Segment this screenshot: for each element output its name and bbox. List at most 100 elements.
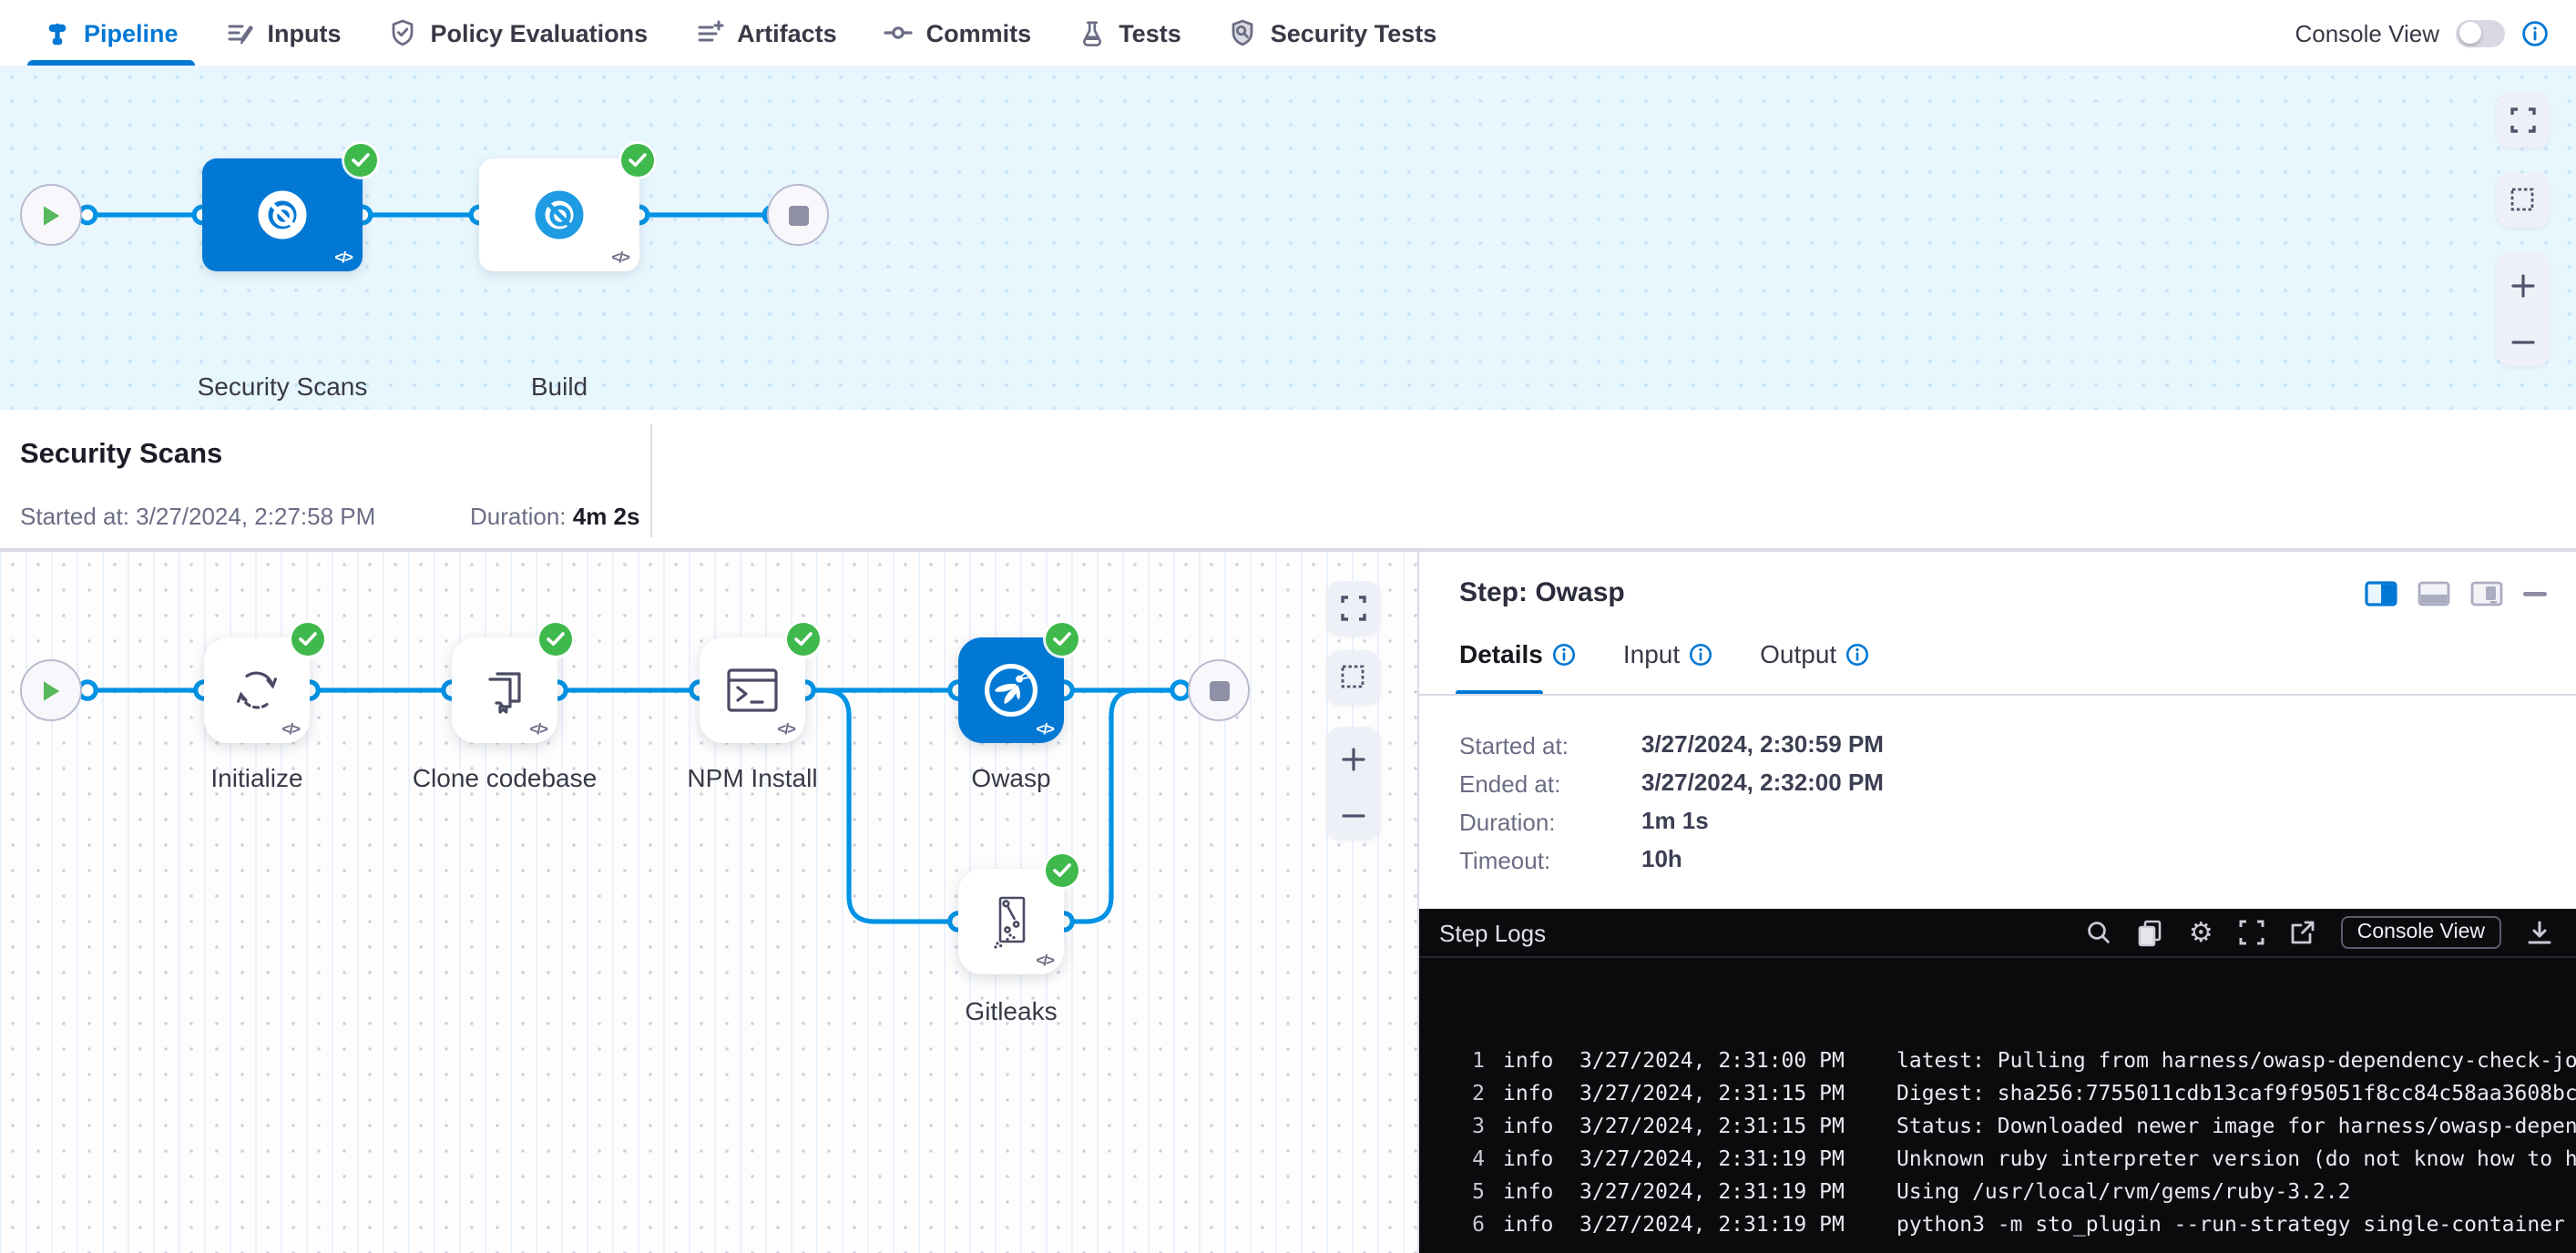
stage-end-node bbox=[767, 184, 829, 246]
code-glyph: </> bbox=[611, 248, 629, 266]
tab-label: Inputs bbox=[268, 19, 342, 46]
exec-graph-marquee-select-button[interactable] bbox=[1326, 650, 1381, 705]
sync-icon bbox=[230, 663, 284, 718]
download-logs-icon[interactable] bbox=[2527, 920, 2552, 945]
step-logs-header: Step Logs ⚙ bbox=[1419, 909, 2576, 958]
step-label[interactable]: Owasp bbox=[971, 763, 1050, 792]
success-badge bbox=[344, 144, 377, 177]
log-line-number: 5 bbox=[1463, 1178, 1485, 1204]
execution-graph-canvas[interactable]: </> Initialize </> Clone codebase </> bbox=[0, 552, 1419, 1253]
code-glyph: </> bbox=[281, 719, 299, 738]
info-icon bbox=[1689, 642, 1712, 666]
log-message: python3 -m sto_plugin --run-strategy sin… bbox=[1896, 1211, 2565, 1237]
success-badge bbox=[291, 623, 324, 656]
copy-logs-icon[interactable] bbox=[2138, 919, 2163, 946]
tab-policy-evaluations[interactable]: Policy Evaluations bbox=[365, 0, 672, 66]
tab-inputs[interactable]: Inputs bbox=[202, 0, 365, 66]
toggle-knob bbox=[2458, 22, 2480, 44]
step-label[interactable]: Initialize bbox=[210, 763, 302, 792]
stage-node-security-scans[interactable]: </> bbox=[202, 158, 363, 271]
layout-floating-panel-button[interactable] bbox=[2470, 581, 2503, 606]
step-label[interactable]: NPM Install bbox=[687, 763, 817, 792]
detail-value: 10h bbox=[1641, 845, 1682, 872]
nav-tabs: Pipeline Inputs Policy Evaluations Art bbox=[20, 0, 1460, 66]
stage-start-node bbox=[20, 184, 82, 246]
step-node-gitleaks[interactable]: </> bbox=[958, 869, 1064, 974]
zoom-in-button[interactable] bbox=[2510, 272, 2536, 298]
code-glyph: </> bbox=[1036, 951, 1053, 969]
fullscreen-logs-icon[interactable] bbox=[2239, 920, 2264, 945]
console-view-button[interactable]: Console View bbox=[2341, 916, 2501, 949]
tab-details[interactable]: Details bbox=[1459, 639, 1576, 668]
info-icon[interactable] bbox=[2521, 19, 2549, 46]
tab-security-tests[interactable]: Security Tests bbox=[1205, 0, 1461, 66]
layout-split-bottom-button[interactable] bbox=[2418, 581, 2450, 606]
log-message: Digest: sha256:7755011cdb13caf9f95051f8c… bbox=[1896, 1080, 2576, 1105]
tab-label: Commits bbox=[926, 19, 1032, 46]
step-node-initialize[interactable]: </> bbox=[204, 637, 310, 743]
zoom-out-button[interactable] bbox=[2510, 336, 2536, 347]
step-panel-title: Step: Owasp bbox=[1459, 577, 1625, 608]
console-view-toggle[interactable] bbox=[2456, 19, 2505, 46]
exec-graph-fullscreen-button[interactable] bbox=[1326, 581, 1381, 636]
pipeline-execution-page: Pipeline Inputs Policy Evaluations Art bbox=[0, 0, 2576, 1253]
tab-artifacts[interactable]: Artifacts bbox=[671, 0, 861, 66]
tab-commits[interactable]: Commits bbox=[861, 0, 1056, 66]
layout-split-right-button[interactable] bbox=[2365, 581, 2397, 606]
stage-label[interactable]: Build bbox=[531, 372, 588, 401]
step-node-npm-install[interactable]: </> bbox=[700, 637, 805, 743]
step-node-owasp[interactable]: </> bbox=[958, 637, 1064, 743]
tab-input[interactable]: Input bbox=[1623, 639, 1712, 668]
zoom-out-button[interactable] bbox=[1341, 810, 1366, 820]
log-line-number: 4 bbox=[1463, 1146, 1485, 1171]
log-message: Using /usr/local/rvm/gems/ruby-3.2.2 bbox=[1896, 1178, 2351, 1204]
code-glyph: </> bbox=[529, 719, 547, 738]
stage-graph-zoom-controls bbox=[2496, 253, 2550, 366]
stage-graph-fullscreen-button[interactable] bbox=[2496, 93, 2550, 148]
tab-label: Tests bbox=[1119, 19, 1181, 46]
detail-label: Ended at: bbox=[1459, 770, 1560, 798]
detail-value: 3/27/2024, 2:32:00 PM bbox=[1641, 769, 1884, 796]
tab-label: Security Tests bbox=[1271, 19, 1437, 46]
step-label[interactable]: Clone codebase bbox=[413, 763, 597, 792]
step-logs-toolbar: ⚙ Console View bbox=[2087, 916, 2576, 949]
search-logs-icon[interactable] bbox=[2087, 920, 2112, 945]
stage-graph-canvas[interactable]: </> Security Scans </> Build bbox=[0, 66, 2576, 410]
tab-label: Pipeline bbox=[84, 19, 179, 46]
stage-duration: Duration: 4m 2s bbox=[470, 503, 640, 530]
success-badge bbox=[621, 144, 654, 177]
log-settings-gear-icon[interactable]: ⚙ bbox=[2189, 919, 2213, 946]
log-line-number: 1 bbox=[1463, 1047, 1485, 1073]
minimize-panel-button[interactable] bbox=[2523, 590, 2547, 597]
step-logs-title: Step Logs bbox=[1439, 919, 1546, 946]
play-icon bbox=[40, 678, 62, 702]
exec-graph-zoom-controls bbox=[1326, 727, 1381, 840]
terminal-icon bbox=[723, 665, 782, 716]
detail-label: Duration: bbox=[1459, 809, 1556, 836]
stage-node-build[interactable]: </> bbox=[479, 158, 639, 271]
open-in-new-icon[interactable] bbox=[2290, 920, 2315, 945]
build-stage-icon bbox=[528, 184, 590, 246]
log-line-number: 6 bbox=[1463, 1211, 1485, 1237]
code-glyph: </> bbox=[1036, 719, 1053, 738]
clone-codebase-icon bbox=[477, 663, 532, 718]
stop-icon bbox=[788, 205, 808, 225]
success-badge bbox=[787, 623, 820, 656]
tab-pipeline[interactable]: Pipeline bbox=[20, 0, 202, 66]
stage-graph-marquee-select-button[interactable] bbox=[2496, 173, 2550, 228]
step-label[interactable]: Gitleaks bbox=[965, 996, 1057, 1025]
security-tests-icon bbox=[1229, 18, 1258, 47]
step-details-panel: Step: Owasp Details bbox=[1419, 552, 2576, 1253]
tab-tests[interactable]: Tests bbox=[1055, 0, 1205, 66]
zoom-in-button[interactable] bbox=[1341, 746, 1366, 771]
stage-label[interactable]: Security Scans bbox=[198, 372, 368, 401]
tab-output[interactable]: Output bbox=[1760, 639, 1869, 668]
step-node-clone-codebase[interactable]: </> bbox=[452, 637, 557, 743]
success-badge bbox=[539, 623, 572, 656]
log-level: info bbox=[1503, 1080, 1553, 1105]
log-message: latest: Pulling from harness/owasp-depen… bbox=[1896, 1047, 2576, 1073]
log-timestamp: 3/27/2024, 2:31:19 PM bbox=[1579, 1211, 1845, 1237]
duration-value: 4m 2s bbox=[573, 503, 640, 530]
log-timestamp: 3/27/2024, 2:31:00 PM bbox=[1579, 1047, 1845, 1073]
exec-end-node bbox=[1188, 659, 1250, 721]
